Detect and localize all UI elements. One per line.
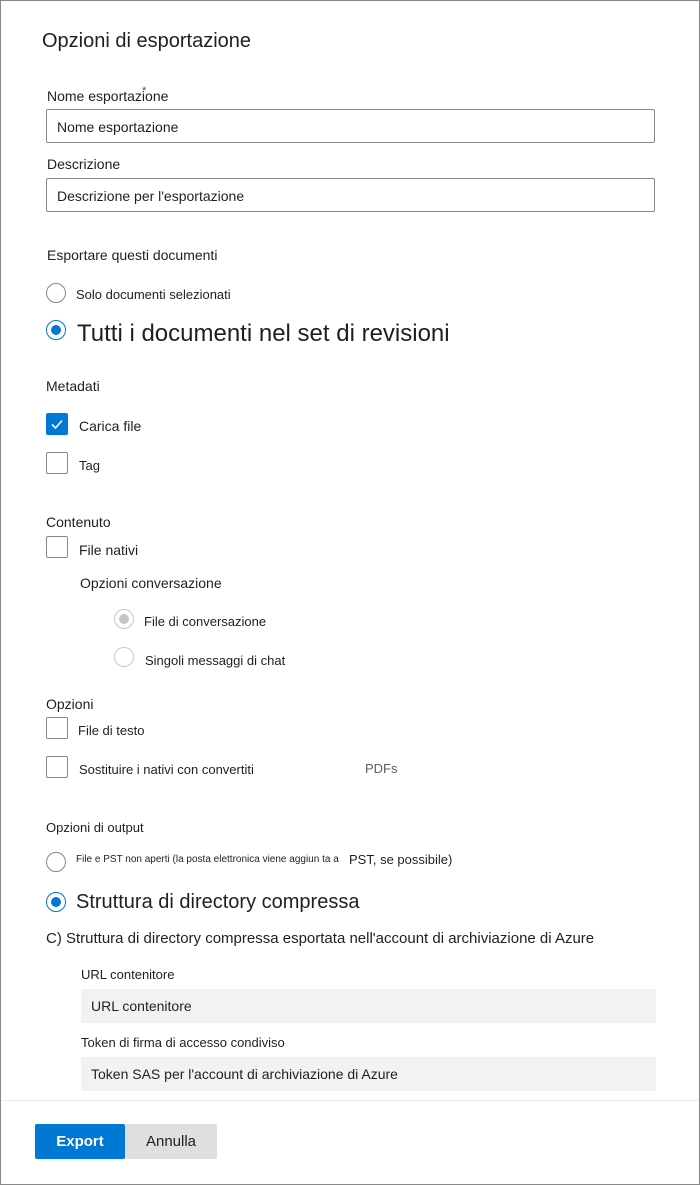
selected-docs-label: Solo documenti selezionati: [76, 287, 231, 302]
conversation-files-radio[interactable]: [114, 609, 134, 629]
container-url-input[interactable]: URL contenitore: [81, 989, 656, 1023]
tags-checkbox[interactable]: [46, 452, 68, 474]
dialog-title: Opzioni di esportazione: [42, 30, 252, 52]
all-docs-label: Tutti i documenti nel set di revisioni: [77, 320, 450, 347]
native-files-label: File nativi: [79, 542, 139, 558]
sas-token-label: Token di firma di accesso condiviso: [81, 1035, 285, 1050]
footer-divider: [1, 1100, 699, 1101]
tags-label: Tag: [79, 458, 100, 473]
pdfs-label: PDFs: [365, 761, 398, 776]
pst-label-small: File e PST non aperti (la posta elettron…: [76, 854, 339, 865]
all-docs-radio[interactable]: [46, 320, 66, 340]
native-files-checkbox[interactable]: [46, 536, 68, 558]
conversation-options-heading: Opzioni conversazione: [80, 575, 222, 591]
content-heading: Contenuto: [46, 514, 111, 530]
export-button[interactable]: Export: [35, 1124, 125, 1159]
sas-token-input[interactable]: Token SAS per l'account di archiviazione…: [81, 1057, 656, 1091]
replace-natives-label: Sostituire i nativi con convertiti: [79, 762, 254, 777]
export-options-panel: Opzioni di esportazione Nome esportazion…: [0, 0, 700, 1185]
text-files-label: File di testo: [78, 723, 145, 738]
cancel-button[interactable]: Annulla: [125, 1124, 217, 1159]
selected-docs-radio[interactable]: [46, 283, 66, 303]
options-heading: Opzioni: [46, 696, 94, 712]
output-options-heading: Opzioni di output: [46, 820, 144, 835]
load-file-checkbox[interactable]: [46, 413, 68, 435]
text-files-checkbox[interactable]: [46, 717, 68, 739]
single-chat-messages-radio[interactable]: [114, 647, 134, 667]
required-marker: *: [142, 85, 147, 97]
description-label: Descrizione: [47, 156, 121, 172]
export-name-input[interactable]: Nome esportazione: [46, 109, 655, 143]
compressed-directory-radio[interactable]: [46, 892, 66, 912]
load-file-label: Carica file: [79, 418, 142, 434]
export-docs-heading: Esportare questi documenti: [47, 247, 218, 263]
container-url-label: URL contenitore: [81, 967, 175, 982]
compressed-directory-label: Struttura di directory compressa: [76, 891, 360, 913]
pst-label-large: PST, se possibile): [349, 852, 453, 867]
checkmark-icon: [51, 419, 63, 430]
pst-radio[interactable]: [46, 852, 66, 872]
export-name-label: Nome esportazione: [47, 88, 169, 104]
description-input[interactable]: Descrizione per l'esportazione: [46, 178, 655, 212]
azure-export-option[interactable]: C) Struttura di directory compressa espo…: [46, 930, 594, 947]
single-chat-messages-label: Singoli messaggi di chat: [145, 653, 286, 668]
conversation-files-label: File di conversazione: [144, 614, 267, 629]
metadata-heading: Metadati: [46, 378, 100, 394]
replace-natives-checkbox[interactable]: [46, 756, 68, 778]
